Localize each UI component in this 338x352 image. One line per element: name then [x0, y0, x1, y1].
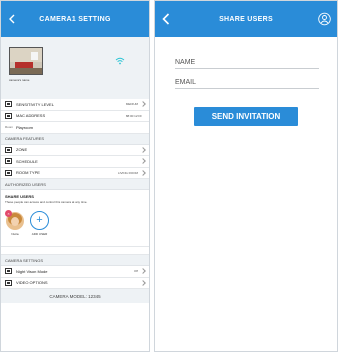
back-chevron-icon: [9, 14, 15, 24]
remove-user-badge[interactable]: ×: [5, 210, 12, 217]
share-users-header: SHARE USERS: [155, 1, 337, 37]
user-profile-icon[interactable]: [318, 12, 331, 26]
settings-box-icon: [5, 146, 12, 153]
email-field[interactable]: EMAIL: [175, 75, 319, 89]
camera-settings-header: CAMERA SETTINGS: [1, 255, 149, 266]
chevron-right-icon: [140, 101, 146, 108]
camera-preview-area: camera's name: [1, 37, 149, 99]
night-vision-row[interactable]: Night Vison Mode Off: [1, 266, 149, 278]
settings-box-icon: [5, 268, 12, 275]
divider: [1, 247, 149, 255]
chevron-right-icon: [140, 146, 146, 153]
settings-box-icon: [5, 158, 12, 165]
room-text-icon: Room: [5, 125, 14, 130]
chevron-right-icon: [140, 169, 146, 176]
camera-name-label: camera's name: [9, 78, 30, 82]
share-users-section: SHARE USERS These people can access and …: [1, 190, 149, 247]
camera-thumbnail[interactable]: [9, 47, 43, 75]
chevron-right-icon: [140, 268, 146, 275]
camera-setting-screen: CAMERA1 SETTING camera's name SENSITIVIT…: [0, 0, 150, 352]
chevron-right-icon: [140, 279, 146, 286]
zone-row[interactable]: ZONE: [1, 145, 149, 156]
video-options-row[interactable]: VIDEO OPTIONS: [1, 278, 149, 289]
settings-box-icon: [5, 169, 12, 176]
room-type-row[interactable]: ROOM TYPE LIVING ROOM: [1, 168, 149, 179]
share-users-description: These people can access and control this…: [5, 200, 88, 204]
settings-box-icon: [5, 112, 12, 119]
name-field[interactable]: NAME: [175, 55, 319, 69]
wifi-icon: [115, 57, 125, 65]
add-user-button[interactable]: +: [30, 211, 49, 230]
share-users-heading: SHARE USERS: [5, 194, 34, 199]
page-title: CAMERA1 SETTING: [39, 15, 111, 23]
add-user-label: ADD USER: [31, 232, 48, 236]
camera-model-footer: CAMERA MODEL: 12345: [1, 289, 149, 303]
camera-features-header: CAMERA FEATURES: [1, 133, 149, 145]
plus-icon: +: [36, 214, 43, 226]
user-name-label: Nuria: [11, 232, 19, 236]
mac-address-row: MAC ADDRESS 88:00:12:FF: [1, 111, 149, 122]
chevron-right-icon: [140, 158, 146, 165]
send-invitation-button[interactable]: SEND INVITATION: [194, 107, 298, 126]
back-button[interactable]: [6, 11, 18, 27]
back-button[interactable]: [160, 11, 172, 27]
settings-box-icon: [5, 101, 12, 108]
page-title: SHARE USERS: [219, 15, 273, 23]
room-name-row[interactable]: Room Playroom: [1, 122, 149, 134]
settings-box-icon: [5, 279, 12, 286]
back-chevron-icon: [162, 13, 170, 25]
camera-setting-header: CAMERA1 SETTING: [1, 1, 149, 37]
sensitivity-level-row[interactable]: SENSITIVITY LEVEL MEDIUM: [1, 99, 149, 111]
schedule-row[interactable]: SCHEDULE: [1, 156, 149, 168]
share-users-screen: SHARE USERS NAME EMAIL SEND INVITATION: [154, 0, 338, 352]
authorized-users-header: AUTHORIZED USERS: [1, 179, 149, 190]
